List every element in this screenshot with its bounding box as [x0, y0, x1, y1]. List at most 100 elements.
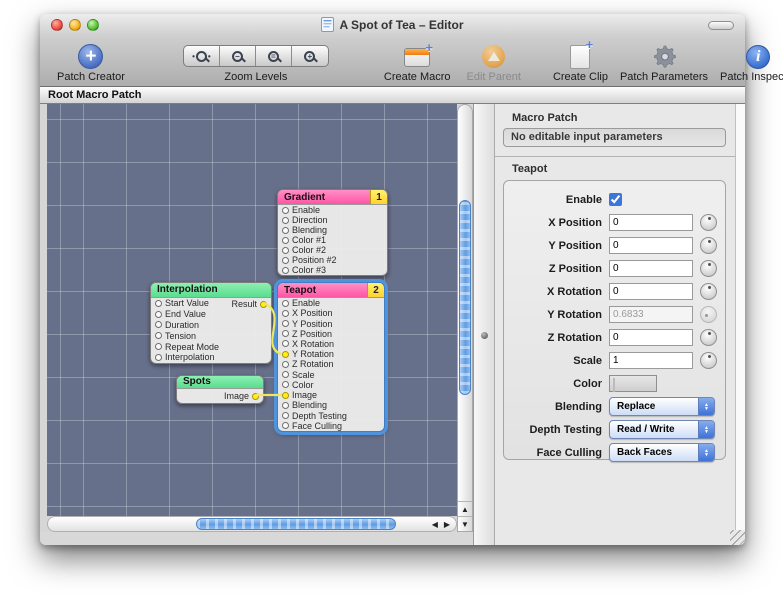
vertical-scroll-thumb[interactable]	[459, 200, 471, 395]
splitter-handle-icon[interactable]	[481, 332, 488, 339]
port-tension[interactable]: Tension	[151, 330, 271, 341]
scale-field[interactable]	[609, 352, 693, 369]
y-position-dial[interactable]	[700, 237, 717, 254]
port-circle-icon[interactable]	[282, 300, 289, 307]
x-rotation-field[interactable]	[609, 283, 693, 300]
port-depth-testing[interactable]: Depth Testing	[278, 410, 384, 420]
port-circle-icon[interactable]	[282, 247, 289, 254]
port-circle-icon[interactable]	[282, 320, 289, 327]
port-enable[interactable]: Enable	[278, 298, 384, 308]
port-circle-icon[interactable]	[282, 267, 289, 274]
port-circle-icon[interactable]	[252, 393, 259, 400]
window-resize-grip[interactable]	[730, 530, 745, 545]
node-gradient[interactable]: Gradient 1 Enable Direction Blending Col…	[277, 189, 388, 276]
port-z-position[interactable]: Z Position	[278, 329, 384, 339]
node-teapot[interactable]: Teapot 2 Enable X Position Y Position Z …	[277, 282, 385, 432]
port-image-output[interactable]: Image	[177, 389, 263, 403]
z-rotation-dial[interactable]	[700, 329, 717, 346]
z-position-dial[interactable]	[700, 260, 717, 277]
port-repeat-mode[interactable]: Repeat Mode	[151, 341, 271, 352]
depth-testing-popup[interactable]: Read / Write ▲▼	[609, 420, 715, 439]
title-bar[interactable]: A Spot of Tea – Editor	[40, 14, 745, 36]
horizontal-scroll-thumb[interactable]	[196, 518, 396, 530]
port-circle-icon[interactable]	[282, 392, 289, 399]
port-blending[interactable]: Blending	[278, 400, 384, 410]
port-color-3[interactable]: Color #3	[278, 265, 387, 275]
port-circle-icon[interactable]	[282, 361, 289, 368]
face-culling-popup[interactable]: Back Faces ▲▼	[609, 443, 715, 462]
port-direction[interactable]: Direction	[278, 215, 387, 225]
x-rotation-dial[interactable]	[700, 283, 717, 300]
port-circle-icon[interactable]	[282, 340, 289, 347]
port-circle-icon[interactable]	[282, 207, 289, 214]
y-position-field[interactable]	[609, 237, 693, 254]
blending-popup[interactable]: Replace ▲▼	[609, 397, 715, 416]
port-circle-icon[interactable]	[282, 227, 289, 234]
scroll-right-arrow-icon[interactable]: ▶	[444, 520, 450, 529]
port-circle-icon[interactable]	[155, 343, 162, 350]
zoom-actual-size-button[interactable]: ••	[184, 46, 220, 66]
color-well[interactable]	[609, 375, 657, 392]
port-scale[interactable]: Scale	[278, 370, 384, 380]
scroll-up-arrow-icon[interactable]: ▲	[458, 501, 472, 516]
port-circle-icon[interactable]	[282, 310, 289, 317]
port-y-rotation[interactable]: Y Rotation	[278, 349, 384, 359]
zoom-in-button[interactable]: +	[292, 46, 328, 66]
canvas-vertical-scrollbar[interactable]: ▲ ▼	[457, 104, 473, 532]
patch-creator-button[interactable]: + Patch Creator	[57, 44, 125, 83]
panel-splitter[interactable]	[473, 104, 495, 545]
z-position-field[interactable]	[609, 260, 693, 277]
port-y-position[interactable]: Y Position	[278, 318, 384, 328]
port-circle-icon[interactable]	[260, 301, 267, 308]
port-circle-icon[interactable]	[155, 311, 162, 318]
edit-parent-button[interactable]: Edit Parent	[467, 45, 521, 83]
port-color-1[interactable]: Color #1	[278, 235, 387, 245]
port-circle-icon[interactable]	[282, 402, 289, 409]
port-x-rotation[interactable]: X Rotation	[278, 339, 384, 349]
canvas-horizontal-scrollbar[interactable]: ◀ ▶	[47, 516, 457, 532]
patch-canvas[interactable]: Gradient 1 Enable Direction Blending Col…	[47, 104, 457, 516]
toolbar-toggle-pill[interactable]	[708, 21, 734, 30]
port-x-position[interactable]: X Position	[278, 308, 384, 318]
node-interpolation[interactable]: Interpolation Result Start Value End Val…	[150, 282, 272, 364]
port-face-culling[interactable]: Face Culling	[278, 421, 384, 431]
patch-parameters-button[interactable]: Patch Parameters	[620, 43, 708, 83]
scroll-left-arrow-icon[interactable]: ◀	[432, 520, 438, 529]
port-circle-icon[interactable]	[282, 351, 289, 358]
right-scroll-track[interactable]	[735, 104, 745, 532]
port-image[interactable]: Image	[278, 390, 384, 400]
port-circle-icon[interactable]	[282, 381, 289, 388]
zoom-fit-button[interactable]: =	[256, 46, 292, 66]
port-color[interactable]: Color	[278, 380, 384, 390]
port-enable[interactable]: Enable	[278, 205, 387, 215]
scroll-down-arrow-icon[interactable]: ▼	[458, 516, 472, 531]
patch-inspector-button[interactable]: i Patch Inspector	[720, 45, 783, 83]
port-circle-icon[interactable]	[155, 300, 162, 307]
port-circle-icon[interactable]	[282, 330, 289, 337]
port-circle-icon[interactable]	[155, 354, 162, 361]
port-circle-icon[interactable]	[282, 257, 289, 264]
x-position-dial[interactable]	[700, 214, 717, 231]
create-clip-button[interactable]: + Create Clip	[553, 45, 608, 83]
z-rotation-field[interactable]	[609, 329, 693, 346]
scale-dial[interactable]	[700, 352, 717, 369]
port-circle-icon[interactable]	[282, 217, 289, 224]
port-blending[interactable]: Blending	[278, 225, 387, 235]
port-duration[interactable]: Duration	[151, 320, 271, 331]
port-circle-icon[interactable]	[155, 332, 162, 339]
port-circle-icon[interactable]	[282, 412, 289, 419]
port-circle-icon[interactable]	[282, 237, 289, 244]
port-circle-icon[interactable]	[155, 321, 162, 328]
x-position-field[interactable]	[609, 214, 693, 231]
port-circle-icon[interactable]	[282, 422, 289, 429]
enable-checkbox[interactable]	[609, 193, 622, 206]
port-result-output[interactable]: Result	[219, 299, 271, 310]
port-color-2[interactable]: Color #2	[278, 245, 387, 255]
port-z-rotation[interactable]: Z Rotation	[278, 359, 384, 369]
create-macro-button[interactable]: + Create Macro	[384, 48, 451, 83]
port-end-value[interactable]: End Value	[151, 309, 271, 320]
zoom-out-button[interactable]: −	[220, 46, 256, 66]
port-circle-icon[interactable]	[282, 371, 289, 378]
node-spots[interactable]: Spots Image	[176, 375, 264, 404]
port-interpolation[interactable]: Interpolation	[151, 352, 271, 363]
